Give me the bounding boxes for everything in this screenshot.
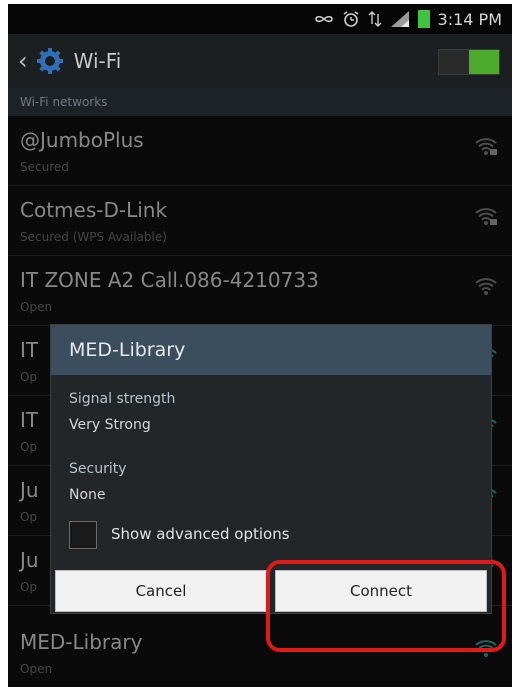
gear-icon[interactable] (36, 47, 64, 75)
section-header: Wi-Fi networks (8, 88, 512, 116)
page-title: Wi-Fi (73, 49, 122, 73)
action-bar: ‹ Wi-Fi (8, 34, 512, 88)
chevron-left-icon[interactable]: ‹ (18, 47, 28, 75)
advanced-options-label[interactable]: Show advanced options (111, 525, 290, 543)
toggle-knob (469, 50, 499, 74)
phone-screen: 3:14 PM ‹ Wi-Fi Wi-Fi networks @JumboPlu… (8, 4, 512, 687)
alarm-icon (342, 10, 360, 28)
signal-strength-value: Very Strong (69, 417, 151, 433)
cancel-button[interactable]: Cancel (55, 570, 267, 612)
advanced-options-checkbox[interactable] (69, 521, 97, 549)
status-time: 3:14 PM (437, 9, 502, 29)
dialog-title: MED-Library (51, 325, 491, 375)
data-arrows-icon (368, 10, 382, 28)
infinity-icon (314, 13, 334, 25)
status-bar: 3:14 PM (8, 4, 512, 34)
signal-icon (390, 10, 410, 28)
security-label: Security (69, 461, 127, 477)
signal-strength-label: Signal strength (69, 391, 176, 407)
wifi-toggle[interactable] (438, 49, 500, 75)
connect-highlight-box (266, 560, 506, 652)
battery-icon (417, 10, 430, 28)
security-value: None (69, 487, 106, 503)
